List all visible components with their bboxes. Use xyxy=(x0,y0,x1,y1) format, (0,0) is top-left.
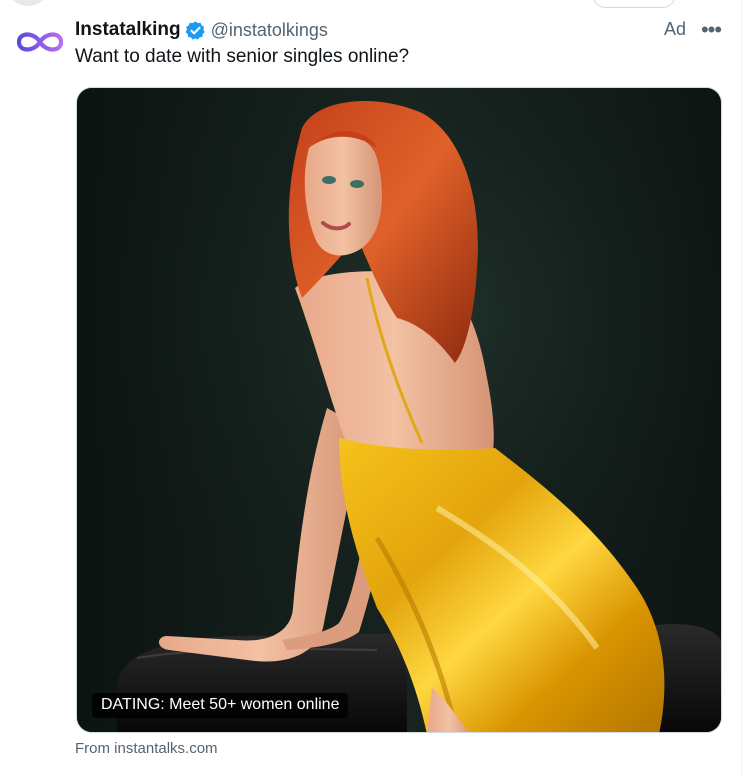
tweet-text: Want to date with senior singles online? xyxy=(75,46,410,67)
avatar[interactable] xyxy=(12,20,68,64)
infinity-logo-icon xyxy=(16,32,64,52)
more-options-button[interactable]: ••• xyxy=(700,19,722,41)
media-card[interactable]: DATING: Meet 50+ women online xyxy=(76,87,722,733)
source-link[interactable]: From instantalks.com xyxy=(75,740,218,757)
verified-badge-icon[interactable] xyxy=(185,20,206,41)
promo-label: DATING: Meet 50+ women online xyxy=(92,693,349,718)
handle[interactable]: @instatolkings xyxy=(211,20,328,41)
tweet-header: Instatalking @instatolkings xyxy=(75,17,328,43)
right-column-divider xyxy=(741,0,742,776)
ad-label: Ad xyxy=(664,19,687,39)
more-icon: ••• xyxy=(700,17,722,42)
previous-tweet-avatar xyxy=(8,0,48,6)
previous-tweet-button[interactable] xyxy=(592,0,676,8)
display-name[interactable]: Instatalking xyxy=(75,19,181,41)
ad-photo xyxy=(77,88,721,732)
